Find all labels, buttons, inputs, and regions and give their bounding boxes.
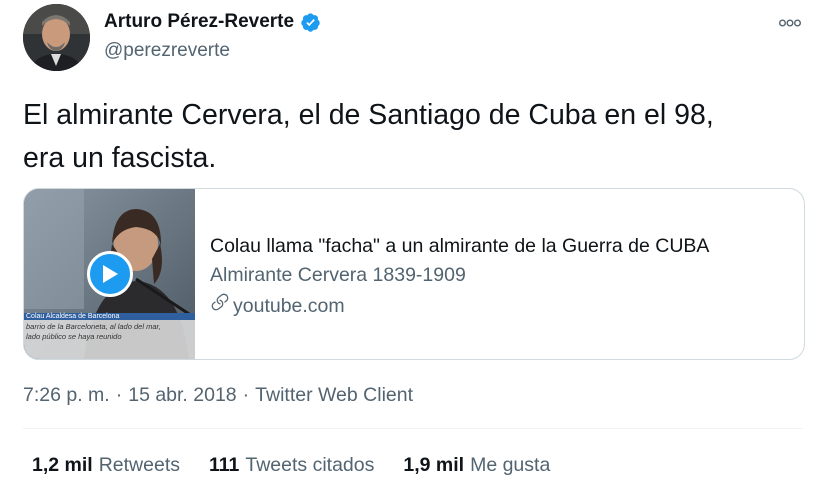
link-icon — [210, 291, 230, 321]
avatar-image — [23, 4, 90, 71]
card-description: Almirante Cervera 1839-1909 — [210, 264, 466, 286]
thumbnail-caption-2: barrio de la Barceloneta, al lado del ma… — [26, 322, 161, 331]
link-preview-card[interactable]: Colau Alcaldesa de Barcelona barrio de l… — [23, 188, 805, 360]
retweets-label: Retweets — [98, 454, 180, 476]
video-thumbnail[interactable]: Colau Alcaldesa de Barcelona barrio de l… — [24, 189, 195, 359]
quote-tweets-stat[interactable]: 111 Tweets citados — [209, 454, 374, 477]
likes-stat[interactable]: 1,9 mil Me gusta — [403, 454, 550, 477]
tweet-date[interactable]: 15 abr. 2018 — [128, 384, 236, 407]
author-handle[interactable]: @perezreverte — [104, 40, 230, 62]
quote-tweets-count: 111 — [209, 454, 240, 476]
tweet-client[interactable]: Twitter Web Client — [255, 384, 413, 407]
divider — [23, 428, 803, 429]
verified-badge-icon — [300, 12, 321, 33]
likes-label: Me gusta — [470, 454, 551, 476]
retweets-count: 1,2 mil — [32, 454, 93, 476]
tweet-stats: 1,2 mil Retweets 111 Tweets citados 1,9 … — [32, 454, 550, 477]
tweet-meta: 7:26 p. m. · 15 abr. 2018 · Twitter Web … — [23, 384, 413, 407]
card-domain: youtube.com — [210, 291, 709, 321]
card-title: Colau llama "facha" a un almirante de la… — [210, 235, 710, 257]
thumbnail-caption-3: lado público se haya reunido — [26, 332, 122, 341]
author-name[interactable]: Arturo Pérez-Reverte — [104, 11, 294, 33]
quote-tweets-label: Tweets citados — [245, 454, 375, 476]
card-domain-text: youtube.com — [233, 295, 345, 317]
meta-separator: · — [242, 384, 250, 406]
more-options-icon[interactable] — [779, 12, 801, 32]
avatar[interactable] — [23, 4, 90, 71]
tweet-time[interactable]: 7:26 p. m. — [23, 384, 110, 407]
retweets-stat[interactable]: 1,2 mil Retweets — [32, 454, 180, 477]
tweet-text: El almirante Cervera, el de Santiago de … — [23, 94, 803, 180]
tweet-text-line-1: El almirante Cervera, el de Santiago de … — [23, 99, 714, 131]
meta-separator: · — [115, 384, 123, 406]
thumbnail-caption-1: Colau Alcaldesa de Barcelona — [26, 313, 120, 320]
card-body[interactable]: Colau llama "facha" a un almirante de la… — [195, 189, 709, 359]
tweet-text-line-2: era un fascista. — [23, 142, 217, 174]
author-name-row[interactable]: Arturo Pérez-Reverte — [104, 11, 321, 33]
likes-count: 1,9 mil — [403, 454, 465, 476]
play-icon[interactable] — [87, 251, 133, 297]
